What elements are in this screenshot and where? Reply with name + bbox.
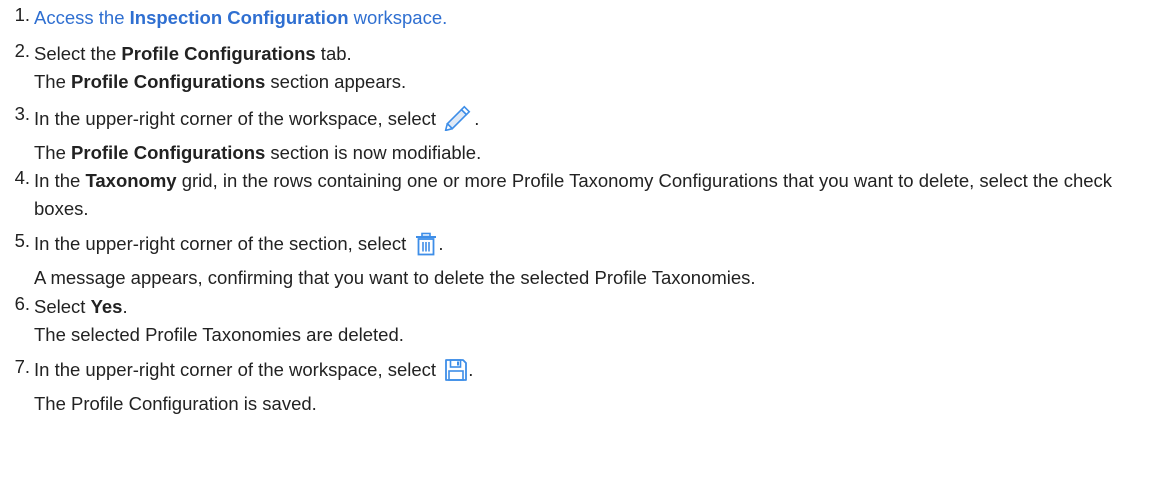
step-body: In the upper-right corner of the section… [34, 230, 1151, 292]
step-result: A message appears, confirming that you w… [34, 267, 756, 288]
step-result: The Profile Configurations section is no… [34, 142, 482, 163]
step-result: The Profile Configuration is saved. [34, 393, 317, 414]
step-instruction: Select the Profile Configurations tab. [34, 43, 352, 64]
step-instruction: In the upper-right corner of the workspa… [34, 356, 1151, 390]
step-number: 3. [14, 103, 30, 124]
step-instruction: In the upper-right corner of the section… [34, 230, 1151, 264]
step-instruction: In the upper-right corner of the workspa… [34, 103, 1151, 139]
step-instruction: Select Yes. [34, 296, 128, 317]
step-instruction: In the Taxonomy grid, in the rows contai… [34, 170, 1113, 219]
trash-icon [414, 232, 438, 264]
save-icon [444, 358, 468, 390]
step-number: 7. [14, 356, 30, 377]
step-body: In the Taxonomy grid, in the rows contai… [34, 167, 1151, 223]
step-number: 5. [14, 230, 30, 251]
step-result: The Profile Configurations section appea… [34, 71, 407, 92]
step-body: In the upper-right corner of the workspa… [34, 356, 1151, 418]
step-body: Select Yes. The selected Profile Taxonom… [34, 293, 1151, 349]
step-number: 4. [14, 167, 30, 188]
step-body: Select the Profile Configurations tab. T… [34, 40, 1151, 96]
step-body: In the upper-right corner of the workspa… [34, 103, 1151, 167]
step-number: 2. [14, 40, 30, 61]
pencil-icon [444, 103, 474, 139]
inspection-configuration-link[interactable]: Access the Inspection Configuration work… [34, 7, 447, 28]
step-number: 1. [14, 4, 30, 25]
step-number: 6. [14, 293, 30, 314]
step-result: The selected Profile Taxonomies are dele… [34, 324, 404, 345]
step-body: Access the Inspection Configuration work… [34, 4, 1151, 32]
